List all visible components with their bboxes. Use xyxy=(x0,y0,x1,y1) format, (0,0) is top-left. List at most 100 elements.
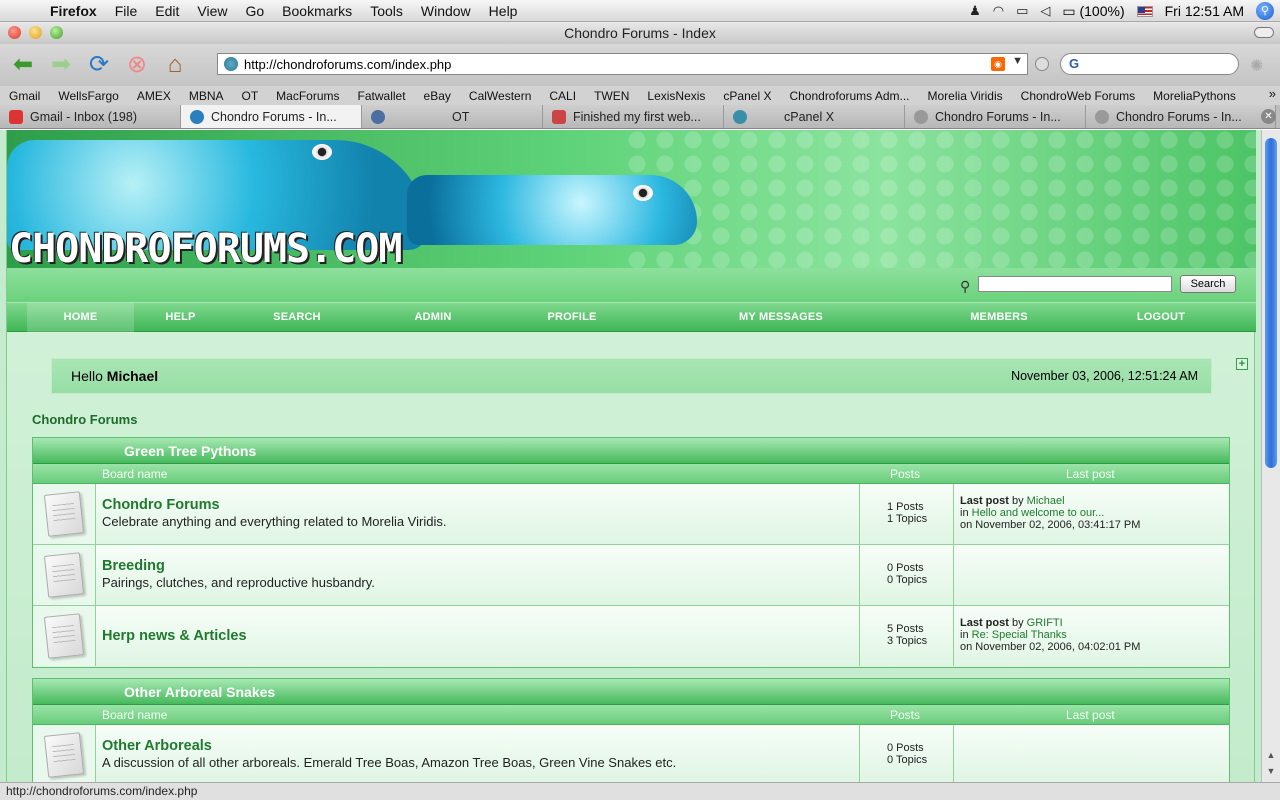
bookmark-wellsfargo[interactable]: WellsFargo xyxy=(49,89,127,103)
menubar-clock[interactable]: Fri 12:51 AM xyxy=(1165,3,1244,19)
toolbar-toggle-button[interactable] xyxy=(1254,27,1274,38)
tab-chondro-forums-3[interactable]: Chondro Forums - In... xyxy=(1086,105,1276,128)
bookmark-moreliapythons[interactable]: MoreliaPythons xyxy=(1144,89,1245,103)
search-strip: ⚲ Search xyxy=(7,268,1256,302)
tab-chondro-forums-active[interactable]: Chondro Forums - In... xyxy=(181,105,362,128)
last-post-topic-link[interactable]: Re: Special Thanks xyxy=(972,629,1067,641)
zoom-window-button[interactable] xyxy=(50,26,63,39)
us-flag-icon[interactable] xyxy=(1136,5,1153,17)
site-logo[interactable]: CHONDROFORUMS.COM xyxy=(9,226,402,268)
globe-icon xyxy=(190,109,204,124)
nav-search[interactable]: SEARCH xyxy=(247,303,347,333)
bookmark-chondroforums-admin[interactable]: Chondroforums Adm... xyxy=(780,89,918,103)
spotlight-icon[interactable]: ⚲ xyxy=(1256,2,1274,20)
menu-help[interactable]: Help xyxy=(480,3,527,19)
board-description: A discussion of all other arboreals. Eme… xyxy=(102,755,677,770)
bookmark-morelia-viridis[interactable]: Morelia Viridis xyxy=(919,89,1012,103)
board-icon xyxy=(43,552,85,598)
tab-chondro-forums-2[interactable]: Chondro Forums - In... xyxy=(905,105,1086,128)
current-datetime: November 03, 2006, 12:51:24 AM xyxy=(1011,369,1198,383)
nav-help[interactable]: HELP xyxy=(134,303,227,333)
tab-gmail[interactable]: Gmail - Inbox (198) xyxy=(0,105,181,128)
go-icon[interactable] xyxy=(1035,57,1049,71)
menu-edit[interactable]: Edit xyxy=(146,3,188,19)
bookmark-ebay[interactable]: eBay xyxy=(415,89,460,103)
menu-bookmarks[interactable]: Bookmarks xyxy=(273,3,361,19)
bookmarks-overflow-icon[interactable]: » xyxy=(1269,86,1276,101)
bookmark-macforums[interactable]: MacForums xyxy=(267,89,348,103)
forum-search-input[interactable] xyxy=(978,276,1172,292)
board-name-link[interactable]: Chondro Forums xyxy=(102,497,220,513)
volume-icon[interactable]: ◁ xyxy=(1040,3,1050,19)
bookmark-calwestern[interactable]: CalWestern xyxy=(460,89,540,103)
back-button[interactable]: ⬅ xyxy=(4,50,42,80)
scrollbar-thumb[interactable] xyxy=(1265,138,1277,468)
scroll-up-icon[interactable]: ▲ xyxy=(1265,750,1277,760)
expand-icon[interactable]: + xyxy=(1236,358,1248,370)
category-title[interactable]: Other Arboreal Snakes xyxy=(33,679,1229,705)
last-post-topic-link[interactable]: Hello and welcome to our... xyxy=(972,507,1105,519)
board-name-link[interactable]: Other Arboreals xyxy=(102,738,212,754)
last-post-info: Last post by Michael in Hello and welcom… xyxy=(960,495,1141,531)
bookmark-amex[interactable]: AMEX xyxy=(128,89,180,103)
menu-tools[interactable]: Tools xyxy=(361,3,412,19)
bookmark-cali[interactable]: CALI xyxy=(540,89,585,103)
nav-members[interactable]: MEMBERS xyxy=(947,303,1051,333)
stop-button[interactable]: ⊗ xyxy=(118,50,156,80)
bookmark-chondroweb-forums[interactable]: ChondroWeb Forums xyxy=(1012,89,1145,103)
bookmark-twen[interactable]: TWEN xyxy=(585,89,638,103)
bookmark-cpanel[interactable]: cPanel X xyxy=(714,89,780,103)
vertical-scrollbar[interactable]: ▲ ▼ xyxy=(1261,130,1280,782)
display-icon[interactable]: ▭ xyxy=(1016,3,1028,19)
magnifier-icon: ⚲ xyxy=(960,278,971,294)
board-name-link[interactable]: Herp news & Articles xyxy=(102,628,247,644)
bookmark-gmail[interactable]: Gmail xyxy=(0,89,49,103)
menu-window[interactable]: Window xyxy=(412,3,480,19)
tab-finished-first-web[interactable]: Finished my first web... xyxy=(543,105,724,128)
menu-file[interactable]: File xyxy=(106,3,147,19)
forum-icon xyxy=(371,109,385,124)
nav-my-messages[interactable]: MY MESSAGES xyxy=(711,303,851,333)
forward-button[interactable]: ➡ xyxy=(42,50,80,80)
tab-ot[interactable]: OT xyxy=(362,105,543,128)
tab-cpanel[interactable]: cPanel X xyxy=(724,105,905,128)
col-posts: Posts xyxy=(890,467,921,481)
board-icon xyxy=(43,491,85,537)
close-tab-icon[interactable]: ✕ xyxy=(1261,109,1276,124)
last-post-user-link[interactable]: GRIFTI xyxy=(1027,617,1063,629)
battery-status[interactable]: ▭ (100%) xyxy=(1062,3,1124,20)
menu-app-firefox[interactable]: Firefox xyxy=(44,3,106,19)
rss-icon[interactable]: ◉ xyxy=(991,57,1005,71)
category-title[interactable]: Green Tree Pythons xyxy=(33,438,1229,464)
search-button[interactable]: Search xyxy=(1180,275,1236,293)
chevron-down-icon[interactable]: ▼ xyxy=(1012,55,1023,67)
menu-go[interactable]: Go xyxy=(236,3,273,19)
bookmark-ot[interactable]: OT xyxy=(233,89,268,103)
nav-home[interactable]: HOME xyxy=(27,303,134,333)
bookmark-fatwallet[interactable]: Fatwallet xyxy=(349,89,415,103)
category-green-tree-pythons: Green Tree Pythons Board name Posts Last… xyxy=(32,437,1230,668)
col-board-name: Board name xyxy=(102,467,168,481)
minimize-window-button[interactable] xyxy=(29,26,42,39)
close-window-button[interactable] xyxy=(8,26,21,39)
snake-eye-icon xyxy=(633,185,653,201)
column-headers: Board name Posts Last post xyxy=(33,705,1229,725)
search-engine-input[interactable]: G xyxy=(1060,53,1239,75)
board-name-link[interactable]: Breeding xyxy=(102,558,165,574)
nav-logout[interactable]: LOGOUT xyxy=(1114,303,1208,333)
bookmark-lexisnexis[interactable]: LexisNexis xyxy=(638,89,714,103)
reload-button[interactable]: ⟳ xyxy=(80,50,118,80)
topic-count: 1 Topics xyxy=(887,513,928,525)
nav-profile[interactable]: PROFILE xyxy=(522,303,622,333)
last-post-user-link[interactable]: Michael xyxy=(1027,495,1065,507)
breadcrumb[interactable]: Chondro Forums xyxy=(32,412,137,427)
scroll-down-icon[interactable]: ▼ xyxy=(1265,766,1277,776)
bookmark-mbna[interactable]: MBNA xyxy=(180,89,233,103)
tab-strip: Gmail - Inbox (198) Chondro Forums - In.… xyxy=(0,105,1280,129)
url-bar[interactable]: http://chondroforums.com/index.php ◉ ▼ xyxy=(217,53,1028,75)
menu-view[interactable]: View xyxy=(188,3,236,19)
wifi-icon[interactable]: ◠ xyxy=(993,3,1004,19)
nav-admin[interactable]: ADMIN xyxy=(387,303,479,333)
home-button[interactable]: ⌂ xyxy=(156,50,194,80)
alert-icon[interactable]: ♟ xyxy=(969,3,981,19)
